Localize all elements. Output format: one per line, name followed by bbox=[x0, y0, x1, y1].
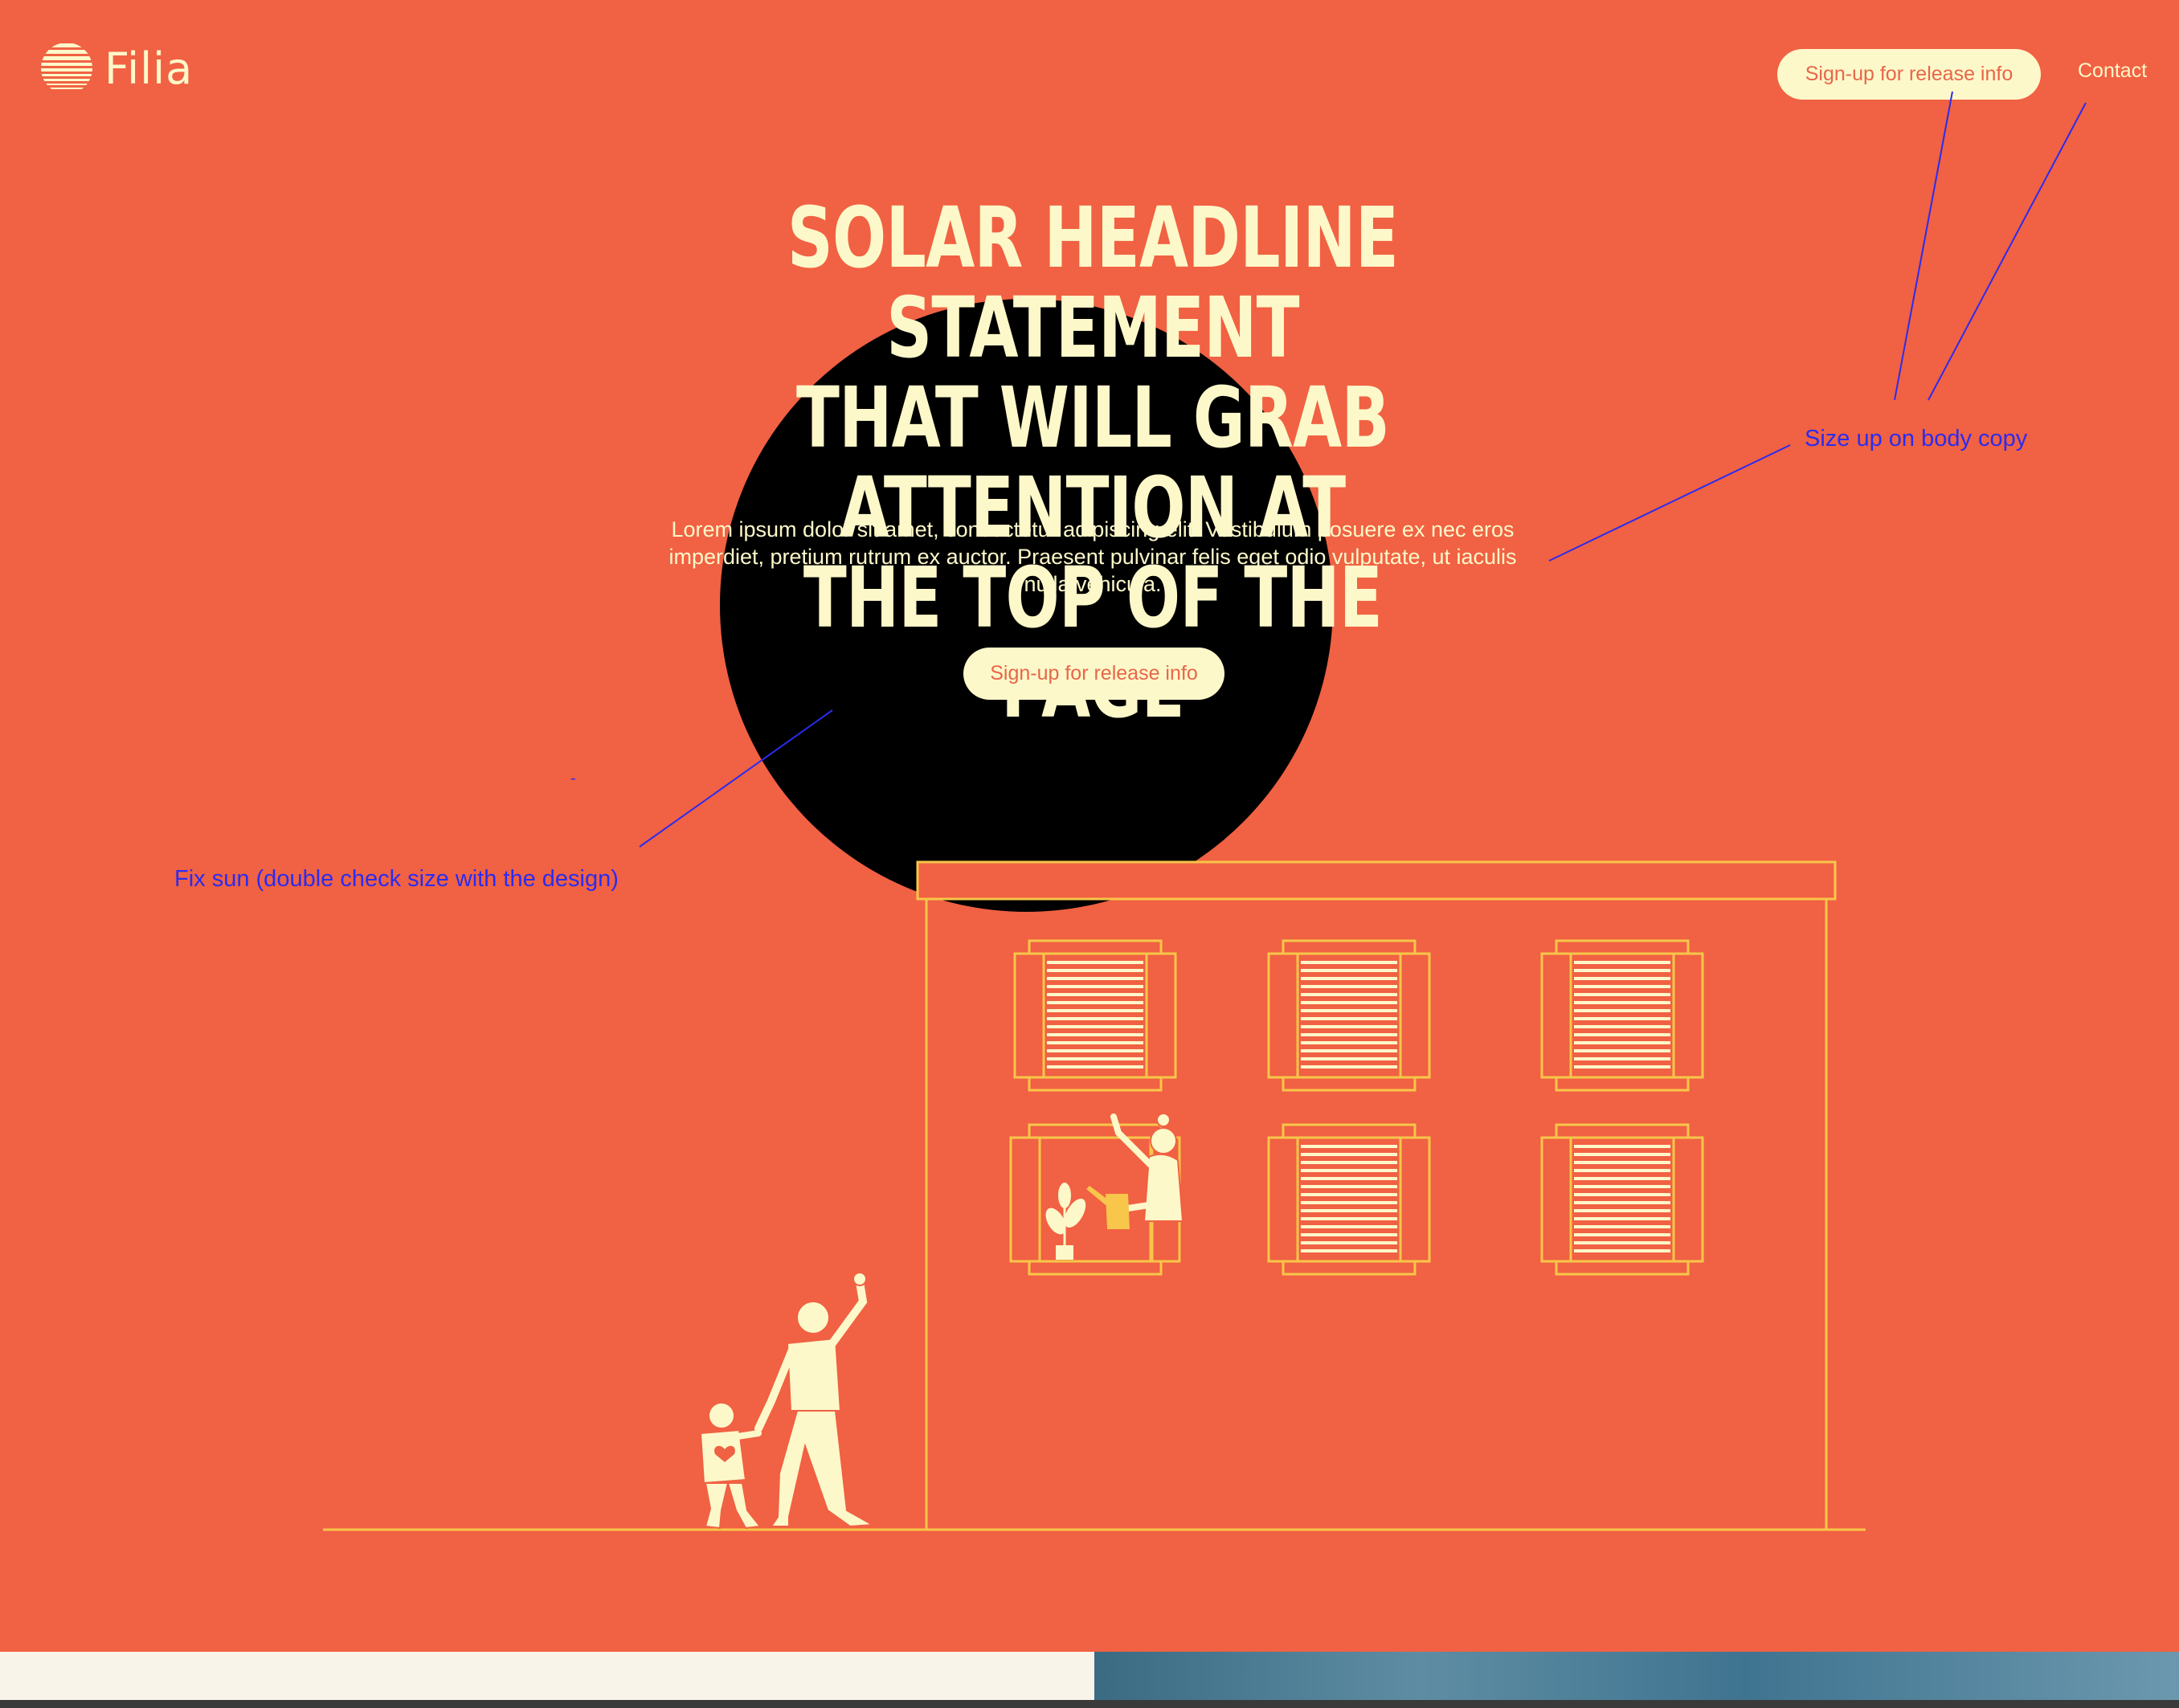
annotation-body-copy: Size up on body copy bbox=[1805, 426, 2028, 452]
annotation-lines bbox=[639, 91, 2087, 848]
window-shutters bbox=[1301, 1145, 1670, 1252]
building-roof bbox=[916, 860, 1837, 901]
plant-icon bbox=[1045, 1183, 1086, 1260]
annotation-sun: Fix sun (double check size with the desi… bbox=[174, 866, 619, 892]
watering-can-icon bbox=[1086, 1186, 1130, 1229]
annotation-stray-mark: - bbox=[570, 770, 576, 787]
adult-figure bbox=[754, 1272, 876, 1528]
next-section-left bbox=[0, 1652, 1094, 1700]
window-shutters bbox=[1047, 961, 1670, 1069]
hero-section: Filia Sign-up for release info Contact S… bbox=[0, 0, 2179, 1652]
window-scrollbar[interactable] bbox=[0, 1700, 2179, 1708]
child-figure bbox=[699, 1402, 762, 1530]
next-section-image bbox=[1094, 1652, 2179, 1700]
building-illustration bbox=[323, 91, 2087, 1531]
